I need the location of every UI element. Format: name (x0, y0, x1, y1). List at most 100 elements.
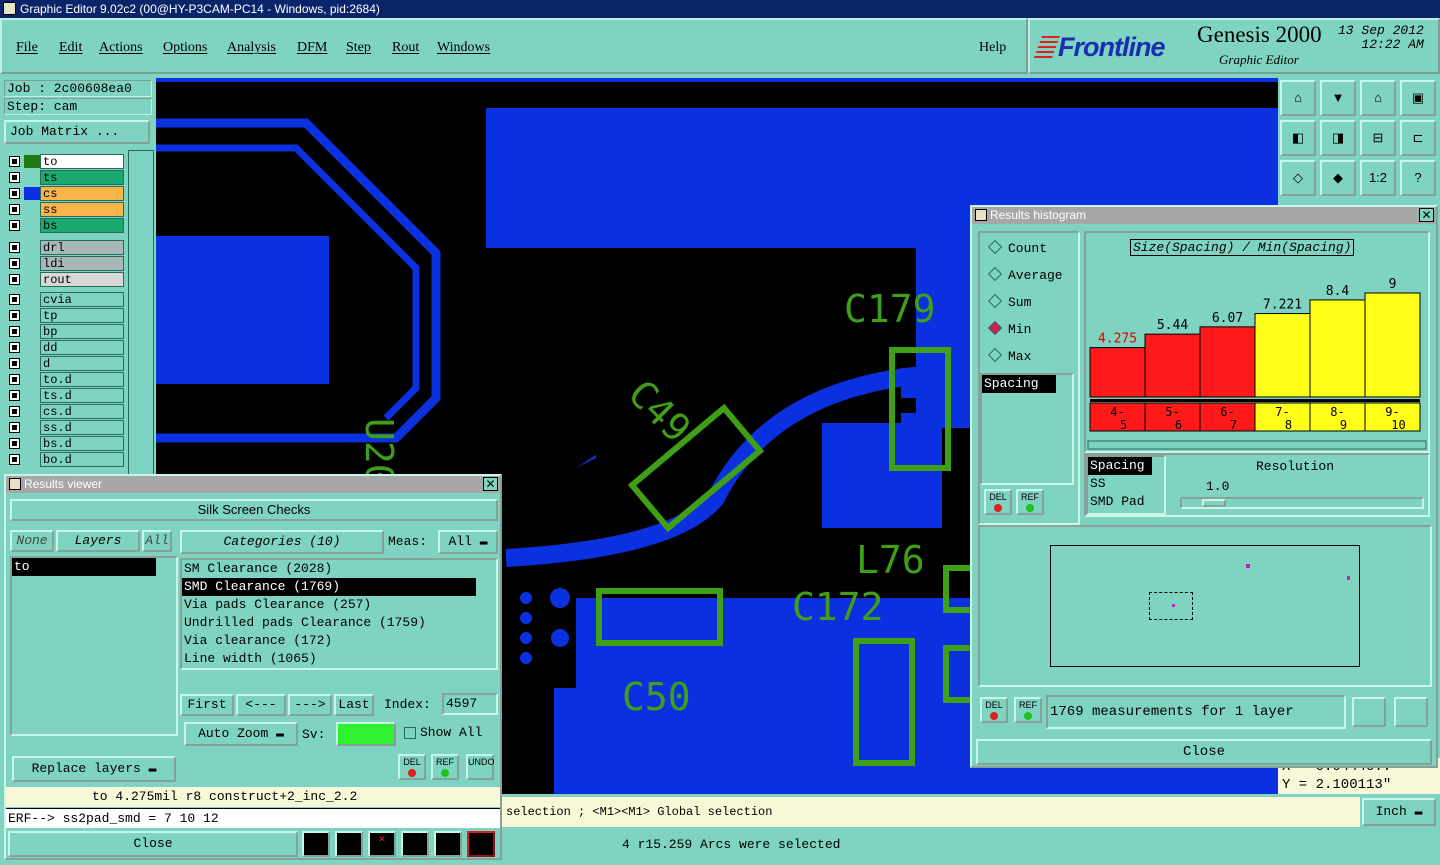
layer-row-ldi[interactable]: ldi (6, 256, 124, 271)
layer-checkbox[interactable] (9, 220, 20, 231)
layer-color-swatch[interactable] (24, 341, 40, 354)
layer-checkbox[interactable] (9, 310, 20, 321)
hist-del-button[interactable]: DEL (984, 489, 1012, 515)
layer-checkbox[interactable] (9, 258, 20, 269)
layer-row-bp[interactable]: bp (6, 324, 124, 339)
layer-color-swatch[interactable] (24, 187, 40, 200)
layer-color-swatch[interactable] (24, 273, 40, 286)
menu-file[interactable]: File (16, 40, 38, 56)
layer-checkbox[interactable] (9, 438, 20, 449)
layer-checkbox[interactable] (9, 422, 20, 433)
auto-zoom-dropdown[interactable]: Auto Zoom ▬ (184, 722, 298, 746)
layer-row-cs-d[interactable]: cs.d (6, 404, 124, 419)
layer-row-cvia[interactable]: cvia (6, 292, 124, 307)
menu-analysis[interactable]: Analysis (227, 40, 276, 56)
layer-row-d[interactable]: d (6, 356, 124, 371)
layer-color-swatch[interactable] (24, 389, 40, 402)
replace-layers-dropdown[interactable]: Replace layers ▬ (12, 756, 176, 782)
radio-sum[interactable]: Sum (987, 293, 1031, 310)
zoom-to-result-icon[interactable] (1352, 697, 1386, 727)
layer-row-cs[interactable]: cs (6, 186, 124, 201)
menu-step[interactable]: Step (346, 40, 371, 56)
categories-button[interactable]: Categories (10) (180, 530, 384, 554)
layer-checkbox[interactable] (9, 390, 20, 401)
layer-checkbox[interactable] (9, 204, 20, 215)
layer-checkbox[interactable] (9, 406, 20, 417)
units-dropdown[interactable]: Inch ▬ (1362, 798, 1436, 826)
radio-count[interactable]: Count (987, 239, 1047, 256)
none-button[interactable]: None (10, 530, 54, 552)
layer-checkbox[interactable] (9, 242, 20, 253)
preview-del-button[interactable]: DEL (980, 697, 1008, 723)
layer-checkbox[interactable] (9, 358, 20, 369)
layer-row-ss-d[interactable]: ss.d (6, 420, 124, 435)
menu-edit[interactable]: Edit (59, 40, 82, 56)
category-list[interactable]: SM Clearance (2028) SMD Clearance (1769) V… (180, 558, 498, 670)
layer-row-ss[interactable]: ss (6, 202, 124, 217)
layer-color-swatch[interactable] (24, 155, 40, 168)
zoom-in-icon[interactable]: ◇ (1280, 160, 1316, 196)
close-icon[interactable]: ✕ (483, 477, 498, 491)
layers-button[interactable]: Layers (56, 530, 140, 552)
window-tool-icon[interactable]: ▣ (1400, 80, 1436, 116)
ref-x-icon[interactable]: ✕ (368, 831, 396, 857)
del-button[interactable]: DEL (398, 754, 426, 780)
pan-left-icon[interactable]: ◧ (1280, 120, 1316, 156)
list-item[interactable]: SS (1088, 475, 1164, 493)
layer-color-swatch[interactable] (24, 437, 40, 450)
layer-color-swatch[interactable] (24, 357, 40, 370)
histogram-icon[interactable] (467, 831, 495, 857)
pan-right-icon[interactable]: ◨ (1320, 120, 1356, 156)
radio-average[interactable]: Average (987, 266, 1063, 283)
resolution-slider[interactable] (1180, 497, 1424, 509)
layer-color-swatch[interactable] (24, 203, 40, 216)
list-item[interactable]: Spacing (1088, 457, 1152, 475)
layer-color-swatch[interactable] (24, 309, 40, 322)
layer-row-ts-d[interactable]: ts.d (6, 388, 124, 403)
slider-handle[interactable] (1202, 499, 1226, 507)
fit-icon[interactable]: ⊟ (1360, 120, 1396, 156)
down-tool-icon[interactable]: ▼ (1320, 80, 1356, 116)
layer-color-swatch[interactable] (24, 257, 40, 270)
layer-checkbox[interactable] (9, 274, 20, 285)
last-button[interactable]: Last (334, 694, 374, 716)
index-input[interactable]: 4597 (442, 693, 498, 715)
layer-row-bs-d[interactable]: bs.d (6, 436, 124, 451)
house-tool-icon[interactable]: ⌂ (1360, 80, 1396, 116)
layer-row-to-d[interactable]: to.d (6, 372, 124, 387)
menu-dfm[interactable]: DFM (297, 40, 327, 56)
category-item[interactable]: SMD Clearance (1769) (182, 578, 476, 596)
category-item[interactable]: Via clearance (172) (182, 632, 496, 650)
home-tool-icon[interactable]: ⌂ (1280, 80, 1316, 116)
layer-row-drl[interactable]: drl (6, 240, 124, 255)
attribute-list[interactable]: Spacing (980, 373, 1074, 485)
next-button[interactable]: ---> (288, 694, 332, 716)
layer-checkbox[interactable] (9, 454, 20, 465)
layer-row-tp[interactable]: tp (6, 308, 124, 323)
meas-dropdown[interactable]: All ▬ (438, 530, 498, 554)
layer-color-swatch[interactable] (24, 421, 40, 434)
list-item[interactable]: SMD Pad (1088, 493, 1164, 511)
layer-row-bo-d[interactable]: bo.d (6, 452, 124, 467)
menu-windows[interactable]: Windows (437, 40, 490, 56)
prev-button[interactable]: <--- (236, 694, 286, 716)
first-button[interactable]: First (180, 694, 234, 716)
attribute-list-2[interactable]: Spacing SS SMD Pad (1086, 455, 1166, 515)
layer-color-swatch[interactable] (24, 171, 40, 184)
menu-help[interactable]: Help (979, 40, 1006, 56)
ref-button[interactable]: REF (431, 754, 459, 780)
layer-color-swatch[interactable] (24, 219, 40, 232)
undo-button[interactable]: UNDO (466, 754, 495, 780)
layer-color-swatch[interactable] (24, 241, 40, 254)
layer-color-swatch[interactable] (24, 405, 40, 418)
hist-ref-button[interactable]: REF (1016, 489, 1044, 515)
layer-row-bs[interactable]: bs (6, 218, 124, 233)
category-item[interactable]: Line width (1065) (182, 650, 496, 668)
show-all-checkbox[interactable] (404, 727, 416, 739)
layer-color-swatch[interactable] (24, 373, 40, 386)
all-button[interactable]: All (142, 530, 172, 552)
snap-icon[interactable]: ⊏ (1400, 120, 1436, 156)
help-icon[interactable]: ? (1400, 160, 1436, 196)
layer-color-swatch[interactable] (24, 325, 40, 338)
close-icon[interactable]: ✕ (1419, 208, 1434, 222)
